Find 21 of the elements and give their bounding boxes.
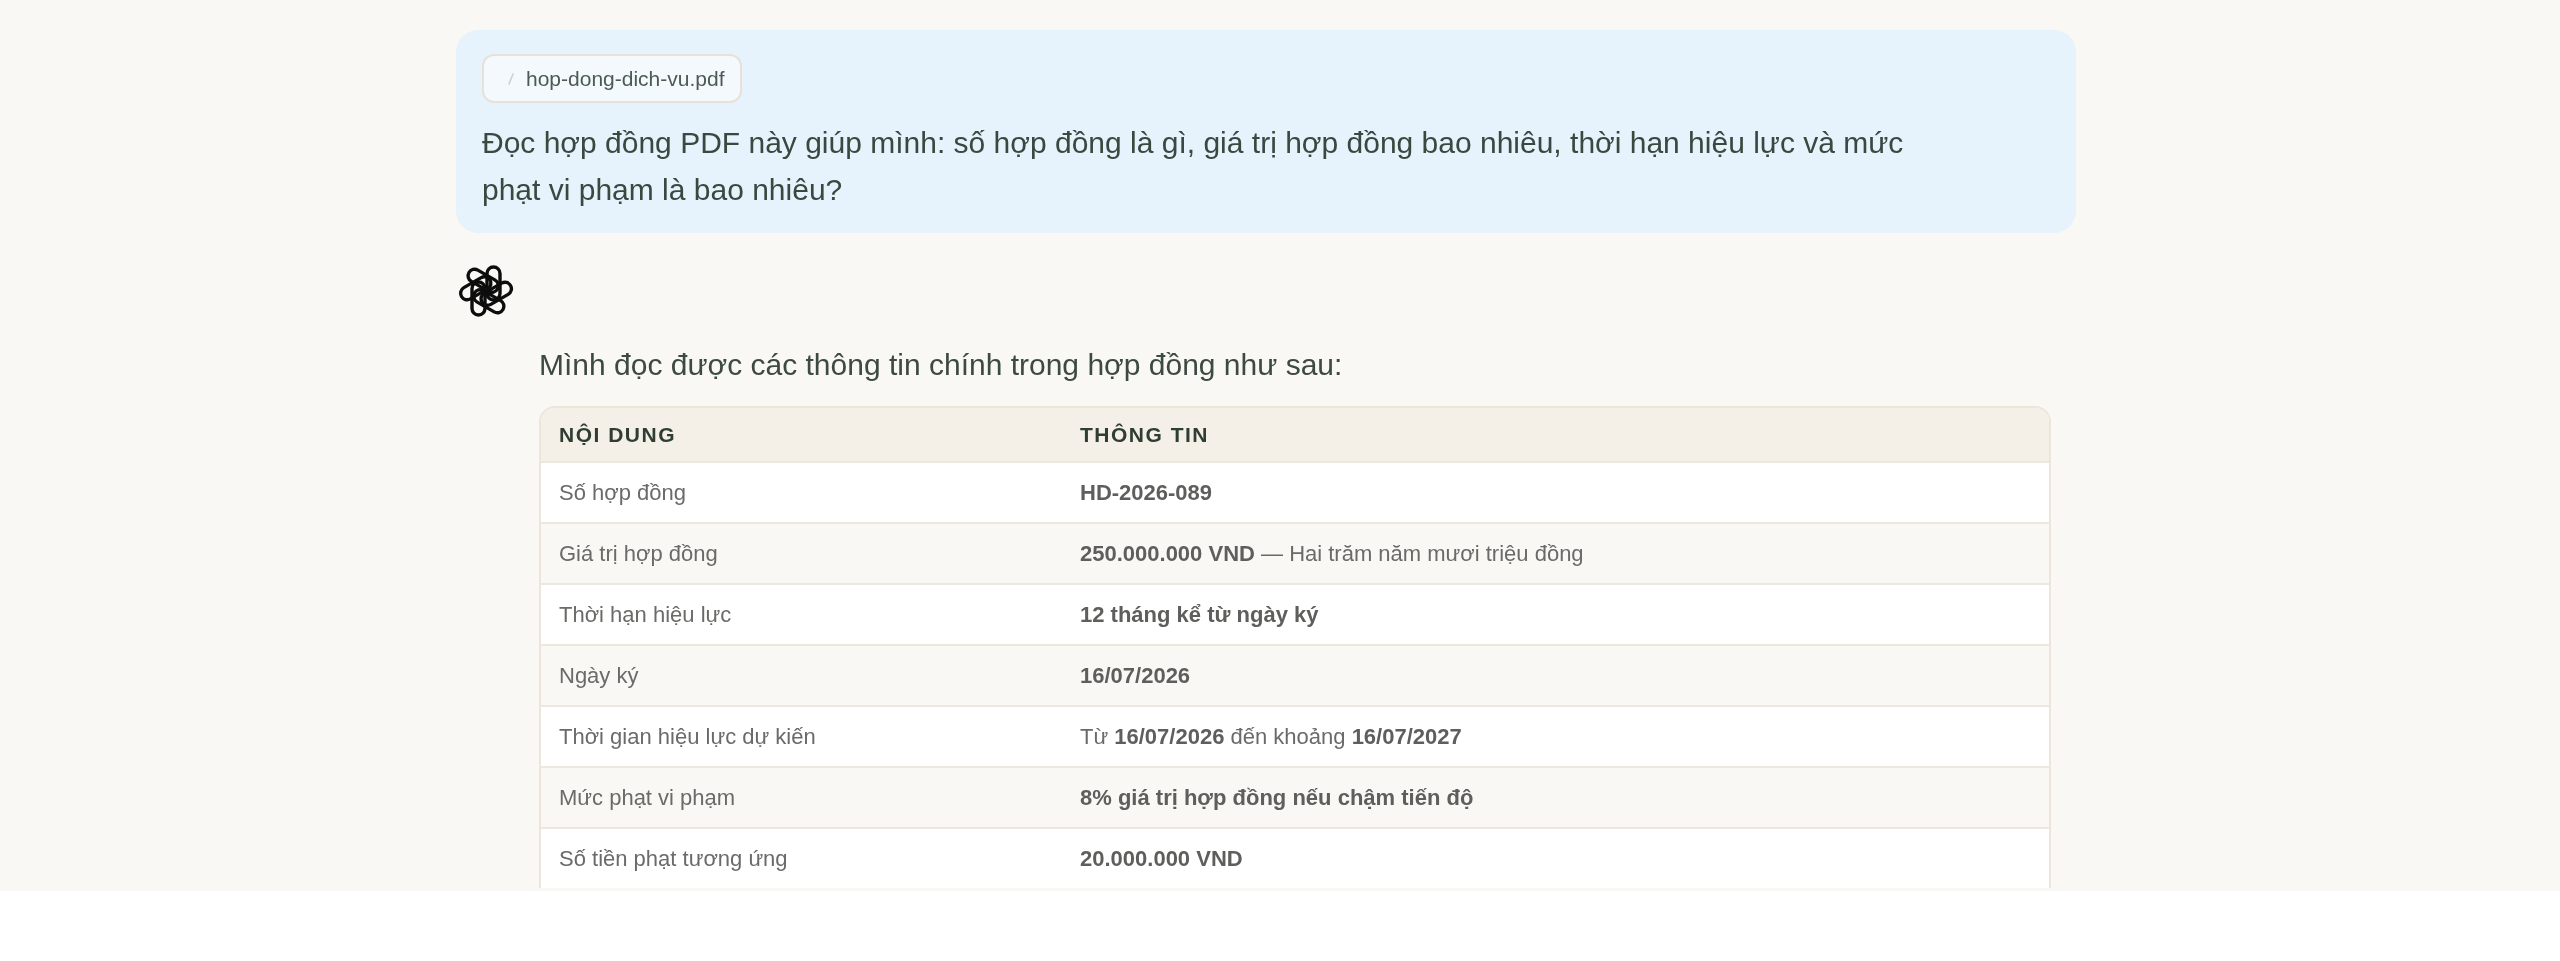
table-cell-text: Thời gian hiệu lực dự kiến — [558, 723, 817, 751]
attachment-chip[interactable]: hop-dong-dich-vu.pdf — [482, 54, 743, 103]
slash-icon — [508, 72, 514, 85]
column-header: THÔNG TIN — [1079, 422, 1210, 448]
table-cell-text: Mức phạt vi phạm — [558, 784, 737, 812]
table-cell-text: Giá trị hợp đồng — [558, 540, 719, 568]
answer-intro-text: Mình đọc được các thông tin chính trong hợp đồng như sau: — [539, 347, 1343, 383]
table-cell-text: Ngày ký — [558, 662, 640, 690]
table-cell-text: Số tiền phạt tương ứng — [558, 845, 789, 873]
table-cell-text: Số hợp đồng — [558, 479, 687, 507]
table-cell-text: 16/07/2026 — [1079, 662, 1192, 690]
table-cell-text: HD-2026-089 — [1079, 479, 1214, 507]
attachment-filename: hop-dong-dich-vu.pdf — [526, 66, 725, 91]
table-cell-text: Từ 16/07/2026 đến khoảng 16/07/2027 — [1079, 723, 1463, 751]
table-cell-text: 20.000.000 VND — [1079, 845, 1244, 873]
user-message-text: Đọc hợp đồng PDF này giúp mình: số hợp đồng là gì, giá trị hợp đồng bao nhiêu, thời hạn hiệu lực và mức phạt vi phạm là bao nhiêu? — [482, 125, 1905, 208]
table-cell-text: 250.000.000 VND — Hai trăm năm mươi triệu đồng — [1079, 540, 1585, 568]
table-cell-text: 8% giá trị hợp đồng nếu chậm tiến độ — [1079, 784, 1475, 812]
table-cell-text: Thời hạn hiệu lực — [558, 601, 733, 629]
column-header: NỘI DUNG — [558, 422, 677, 448]
table-cell-text: 12 tháng kể từ ngày ký — [1079, 601, 1320, 629]
